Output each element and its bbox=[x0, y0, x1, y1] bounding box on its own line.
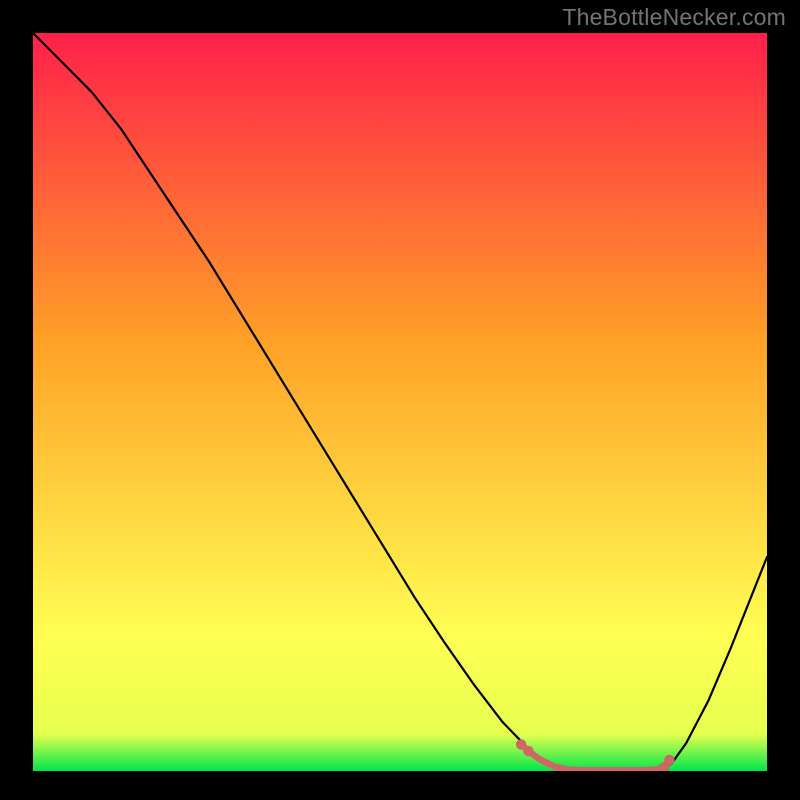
gradient-background bbox=[33, 33, 767, 771]
chart-container: TheBottleNecker.com bbox=[0, 0, 800, 800]
optimal-marker-dot bbox=[664, 755, 674, 765]
watermark-label: TheBottleNecker.com bbox=[562, 4, 786, 31]
chart-svg bbox=[33, 33, 767, 771]
optimal-marker-dot bbox=[523, 746, 533, 756]
plot-area bbox=[33, 33, 767, 771]
